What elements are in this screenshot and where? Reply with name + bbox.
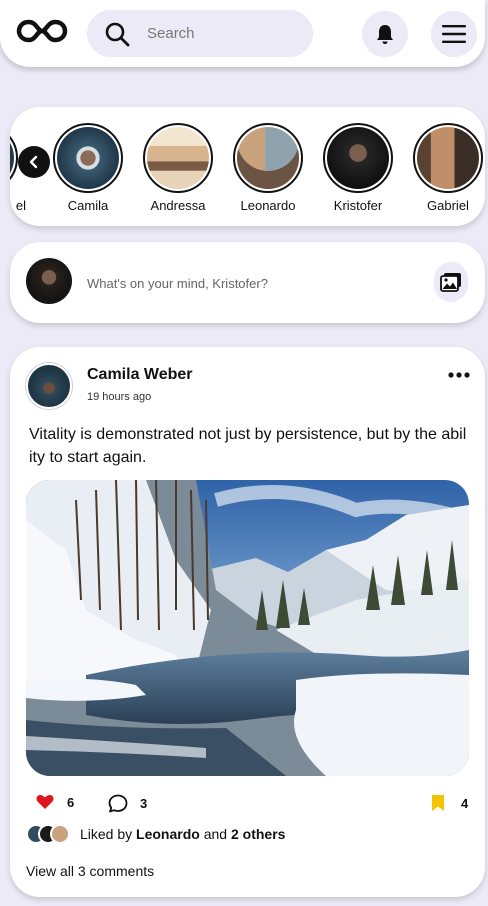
story-name: Camila xyxy=(67,198,109,213)
liked-by: Liked by Leonardo and 2 others xyxy=(26,824,285,844)
like-count: 6 xyxy=(67,794,75,810)
liked-user-link[interactable]: Leonardo xyxy=(136,826,200,842)
liked-others-link[interactable]: 2 others xyxy=(231,826,285,842)
comment-count: 3 xyxy=(140,796,148,811)
story-item-kristofer[interactable]: Kristofer xyxy=(313,123,403,213)
bookmark-count: 4 xyxy=(461,795,469,811)
top-bar xyxy=(0,0,485,67)
story-item-camila[interactable]: Camila xyxy=(43,123,133,213)
liked-prefix: Liked by xyxy=(80,826,137,842)
story-avatar xyxy=(143,123,213,193)
view-all-comments-link[interactable]: View all 3 comments xyxy=(26,863,154,879)
comment-button[interactable]: 3 xyxy=(108,794,147,813)
story-avatar xyxy=(323,123,393,193)
story-name: Gabriel xyxy=(427,198,469,213)
liked-avatars xyxy=(26,824,74,844)
story-name: Kristofer xyxy=(333,198,383,213)
hamburger-icon xyxy=(442,25,466,43)
story-avatar xyxy=(53,123,123,193)
search-bar[interactable] xyxy=(87,10,313,57)
post-card: Camila Weber 19 hours ago Vitality is de… xyxy=(10,347,485,897)
notifications-button[interactable] xyxy=(362,11,408,57)
story-avatar xyxy=(413,123,483,193)
heart-icon xyxy=(36,795,54,809)
story-name: Leonardo xyxy=(240,198,296,213)
chevron-left-icon xyxy=(29,155,38,169)
post-time: 19 hours ago xyxy=(87,391,152,403)
like-button[interactable]: 6 xyxy=(36,794,74,810)
search-input[interactable] xyxy=(147,22,297,44)
story-name: el xyxy=(15,198,26,213)
liked-and: and xyxy=(199,826,231,842)
post-author[interactable]: Camila Weber xyxy=(87,366,193,384)
story-item-gabriel[interactable]: Gabriel xyxy=(403,123,485,213)
menu-button[interactable] xyxy=(431,11,477,57)
more-options-icon[interactable] xyxy=(447,369,471,381)
bell-icon xyxy=(377,25,393,44)
stories-bar: el Camila Andressa Leonardo Kristofer Ga… xyxy=(10,107,485,226)
image-icon xyxy=(440,273,461,292)
story-item-andressa[interactable]: Andressa xyxy=(133,123,223,213)
search-icon xyxy=(105,22,130,47)
story-avatar xyxy=(10,123,18,193)
story-name: Andressa xyxy=(150,198,206,213)
post-composer[interactable]: What's on your mind, Kristofer? xyxy=(10,242,485,323)
bookmark-button[interactable]: 4 xyxy=(431,794,468,812)
story-avatar xyxy=(233,123,303,193)
bookmark-icon xyxy=(432,795,444,811)
logo-icon[interactable] xyxy=(16,18,68,44)
post-image[interactable] xyxy=(26,480,469,776)
story-item-leonardo[interactable]: Leonardo xyxy=(223,123,313,213)
add-photo-button[interactable] xyxy=(434,262,468,302)
avatar[interactable] xyxy=(26,363,72,409)
post-caption: Vitality is demonstrated not just by per… xyxy=(29,426,467,466)
composer-placeholder[interactable]: What's on your mind, Kristofer? xyxy=(87,276,268,291)
post-actions: 6 3 4 xyxy=(36,794,468,814)
stories-prev-button[interactable] xyxy=(18,146,50,178)
avatar xyxy=(50,824,70,844)
comment-icon xyxy=(108,794,128,813)
avatar xyxy=(26,258,72,304)
